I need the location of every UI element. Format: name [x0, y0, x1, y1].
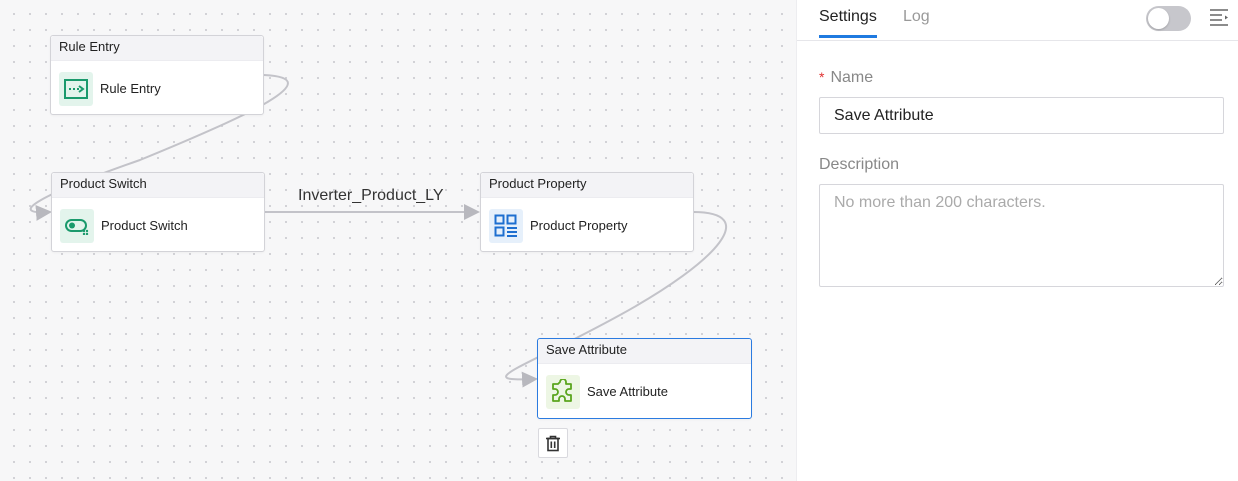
tab-log[interactable]: Log: [903, 8, 930, 26]
name-label: * Name: [819, 69, 874, 86]
required-mark: *: [819, 69, 825, 85]
name-input[interactable]: [819, 97, 1224, 134]
node-label: Product Switch: [101, 218, 188, 233]
rule-entry-icon: [59, 71, 93, 106]
enable-toggle[interactable]: [1146, 6, 1191, 31]
trash-icon: [546, 435, 560, 451]
property-grid-icon: [489, 208, 523, 243]
node-save-attribute[interactable]: Save Attribute Save Attribute: [537, 338, 752, 419]
node-product-property[interactable]: Product Property Product Property: [480, 172, 694, 252]
settings-panel: Settings Log *Name Description: [796, 0, 1238, 481]
panel-tabs: Settings Log: [797, 0, 1238, 41]
collapse-panel-button[interactable]: [1209, 8, 1229, 26]
node-label: Save Attribute: [587, 384, 668, 399]
active-tab-indicator: [819, 35, 877, 38]
flow-canvas[interactable]: Inverter_Product_LY Rule Entry Rule Entr…: [0, 0, 796, 481]
node-title: Save Attribute: [538, 339, 751, 364]
menu-collapse-icon: [1210, 9, 1228, 26]
tab-settings[interactable]: Settings: [819, 8, 877, 26]
switch-icon: [60, 208, 94, 243]
node-label: Product Property: [530, 218, 628, 233]
node-title: Product Switch: [52, 173, 264, 198]
description-textarea[interactable]: [819, 184, 1224, 287]
node-label: Rule Entry: [100, 81, 161, 96]
node-title: Rule Entry: [51, 36, 263, 61]
puzzle-icon: [546, 374, 580, 409]
description-label: Description: [819, 156, 900, 173]
node-title: Product Property: [481, 173, 693, 198]
delete-node-button[interactable]: [538, 428, 568, 458]
toggle-knob: [1148, 8, 1169, 29]
node-product-switch[interactable]: Product Switch Product Switch: [51, 172, 265, 252]
edge-label: Inverter_Product_LY: [298, 187, 444, 204]
node-rule-entry[interactable]: Rule Entry Rule Entry: [50, 35, 264, 115]
